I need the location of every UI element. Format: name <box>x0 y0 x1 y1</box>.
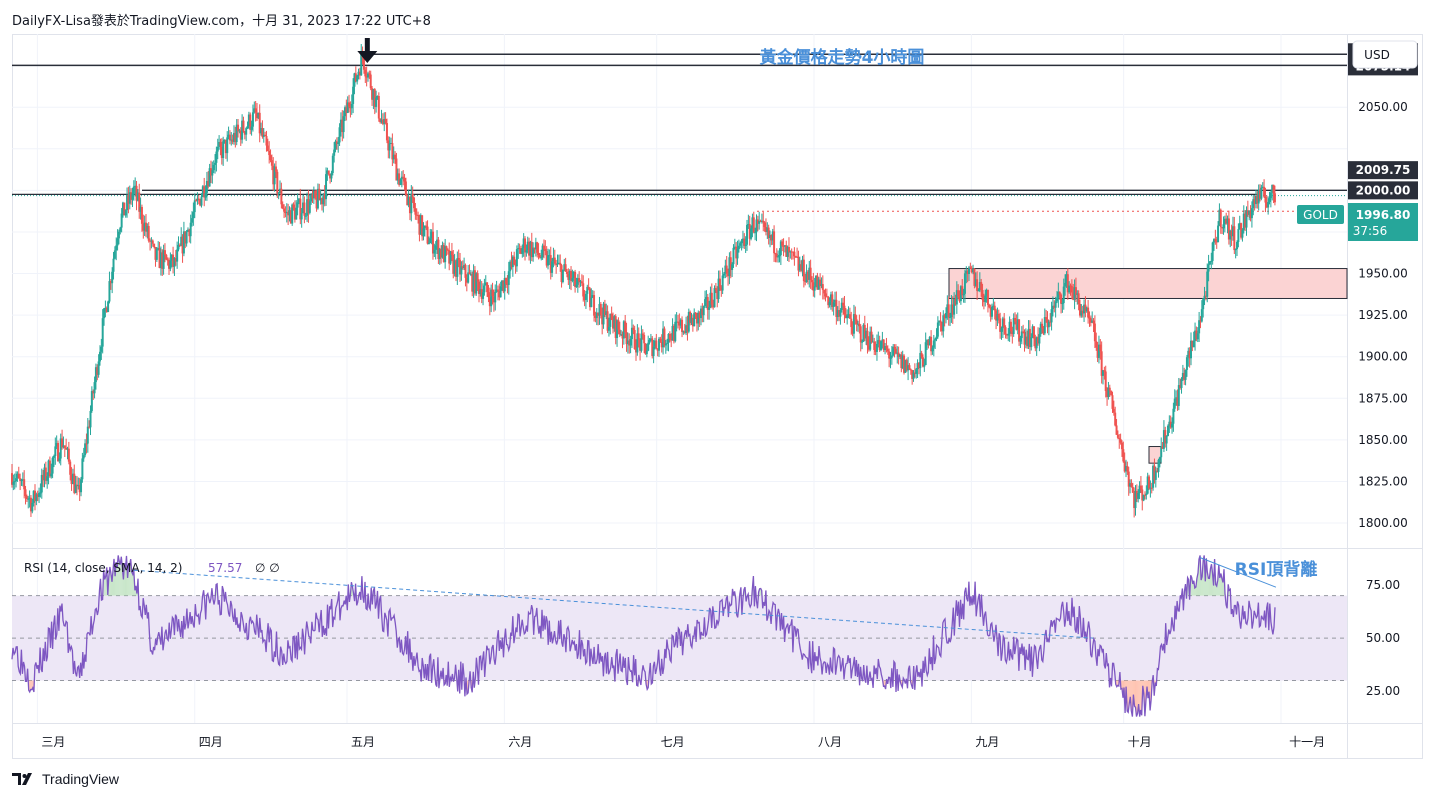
svg-text:三月: 三月 <box>41 735 65 749</box>
svg-text:50.00: 50.00 <box>1366 631 1400 645</box>
rsi-legend-value: 57.57 <box>208 561 242 575</box>
svg-text:2000.00: 2000.00 <box>1356 183 1411 197</box>
last-price-tag: 1996.80 37:56 <box>1348 203 1418 241</box>
svg-text:1825.00: 1825.00 <box>1358 474 1408 488</box>
svg-text:九月: 九月 <box>975 735 999 749</box>
svg-text:七月: 七月 <box>661 735 685 749</box>
time-axis-labels: 三月 四月 五月 六月 七月 八月 九月 十月 十一月 <box>41 735 1325 749</box>
svg-text:1925.00: 1925.00 <box>1358 308 1408 322</box>
footer: TradingView <box>12 771 119 787</box>
svg-text:1900.00: 1900.00 <box>1358 350 1408 364</box>
svg-text:十一月: 十一月 <box>1289 735 1325 749</box>
svg-text:1950.00: 1950.00 <box>1358 267 1408 281</box>
svg-text:五月: 五月 <box>351 735 375 749</box>
svg-text:2050.00: 2050.00 <box>1358 100 1408 114</box>
svg-text:1850.00: 1850.00 <box>1358 433 1408 447</box>
currency-button[interactable]: USD <box>1352 40 1418 69</box>
svg-text:四月: 四月 <box>199 735 223 749</box>
svg-text:1996.80: 1996.80 <box>1356 208 1411 222</box>
svg-text:八月: 八月 <box>818 735 842 749</box>
resistance-zone <box>948 268 1348 299</box>
chart-title: 黃金價格走勢4小時圖 <box>759 47 925 68</box>
rsi-legend-label[interactable]: RSI (14, close, SMA, 14, 2) <box>24 561 182 575</box>
chart-canvas[interactable]: 黃金價格走勢4小時圖 RSI頂背離 RSI (14, close, SMA, 1… <box>0 0 1435 802</box>
svg-text:1800.00: 1800.00 <box>1358 516 1408 530</box>
rsi-divergence-label: RSI頂背離 <box>1235 559 1318 580</box>
svg-text:2009.75: 2009.75 <box>1356 163 1411 177</box>
tradingview-logo-icon <box>12 773 32 785</box>
svg-text:USD: USD <box>1364 48 1390 62</box>
gold-symbol-tag: GOLD <box>1297 205 1344 224</box>
rsi-legend-extra: ∅ ∅ <box>255 561 280 575</box>
svg-text:GOLD: GOLD <box>1303 208 1338 222</box>
rsi-axis-labels: 75.00 50.00 25.00 <box>1366 578 1400 698</box>
svg-text:1875.00: 1875.00 <box>1358 391 1408 405</box>
price-levels <box>12 53 1347 212</box>
svg-text:六月: 六月 <box>508 735 532 749</box>
svg-text:37:56: 37:56 <box>1353 224 1388 238</box>
svg-text:十月: 十月 <box>1128 735 1152 749</box>
footer-brand[interactable]: TradingView <box>42 771 119 787</box>
svg-text:25.00: 25.00 <box>1366 684 1400 698</box>
svg-text:75.00: 75.00 <box>1366 578 1400 592</box>
